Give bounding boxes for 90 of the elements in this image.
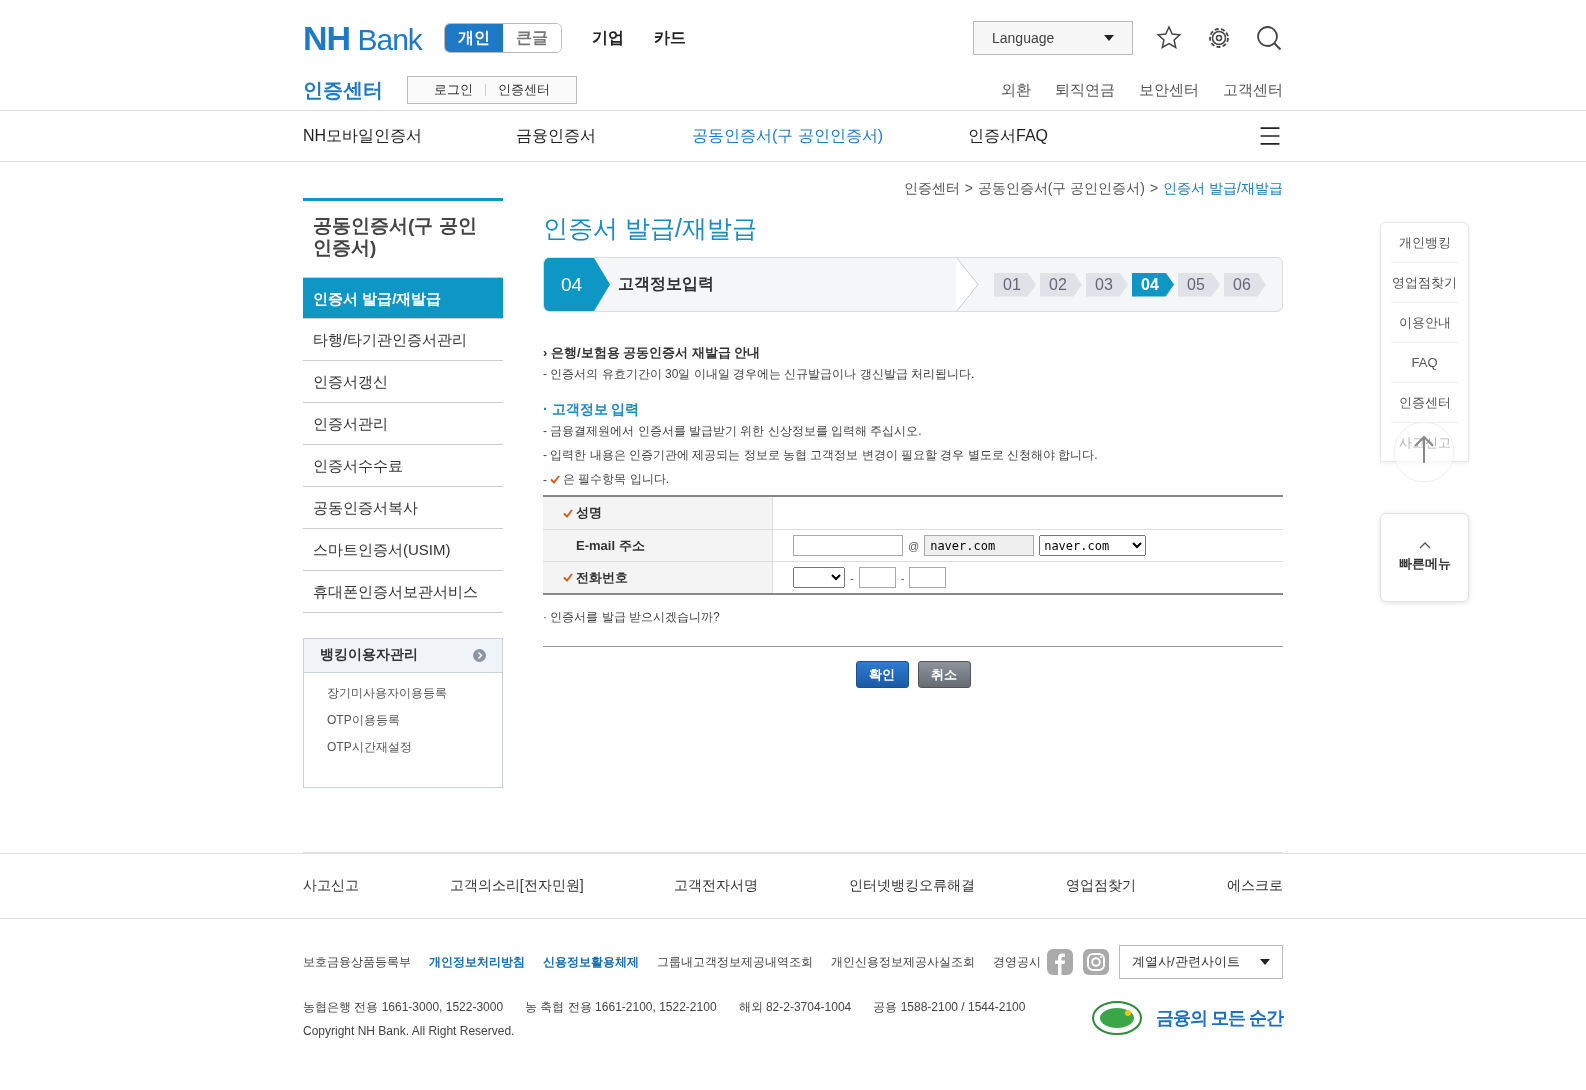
search-icon[interactable] [1255, 24, 1283, 52]
quick-menu-item[interactable]: 이용안내 [1391, 303, 1458, 343]
chevron-up-icon [1418, 542, 1431, 549]
family-site-select[interactable]: 계열사/관련사이트 [1119, 945, 1283, 979]
instagram-icon[interactable] [1083, 949, 1109, 975]
utility-link[interactable]: 외환 [1001, 80, 1031, 100]
check-icon [550, 475, 560, 484]
top-link[interactable]: 카드 [653, 27, 686, 49]
step-tag: 06 [1224, 272, 1266, 297]
footer-link[interactable]: 고객의소리[전자민원] [449, 877, 584, 895]
panel-link[interactable]: OTP시간재설정 [304, 738, 502, 756]
field-label: 성명 [576, 504, 602, 522]
policy-link[interactable]: 신용정보활용체제 [543, 953, 639, 971]
footer-link[interactable]: 사고신고 [303, 877, 359, 895]
footer-link[interactable]: 영업점찾기 [1066, 877, 1137, 895]
notice-title: › 은행/보험용 공동인증서 재발급 안내 [543, 344, 762, 362]
utility-link[interactable]: 고객센터 [1223, 80, 1283, 100]
quick-menu-item[interactable]: FAQ [1391, 343, 1458, 383]
star-icon[interactable] [1155, 24, 1183, 52]
dash-text: - [900, 571, 905, 584]
sub-menu-link[interactable]: 로그인 [422, 84, 485, 96]
nav-link[interactable]: 인증서FAQ [968, 125, 1248, 147]
footer-link[interactable]: 고객전자서명 [674, 877, 759, 895]
step-tag: 01 [994, 272, 1036, 297]
sub-menu-link[interactable]: 인증센터 [485, 84, 562, 96]
notice-text: - 인증서의 유효기간이 30일 이내일 경우에는 신규발급이나 갱신발급 처리됩니다. [543, 366, 976, 383]
domain-select[interactable]: naver.com [1039, 535, 1147, 556]
current-step-number: 04 [544, 258, 610, 311]
section-title: 인증센터 [303, 77, 383, 103]
step-tag: 03 [1086, 272, 1128, 297]
current-step-label: 고객정보입력 [618, 274, 715, 294]
policy-link[interactable]: 그룹내고객정보제공내역조회 [657, 953, 813, 971]
step-tag: 02 [1040, 272, 1082, 297]
section-heading: · 고객정보 입력 [543, 401, 641, 419]
guide-text: - 입력한 내용은 인증기관에 제공되는 정보로 농협 고객정보 변경이 필요할 경우 별도로 신청해야 합니다. [543, 447, 1099, 464]
email-domain-field[interactable]: naver.com [924, 535, 1035, 556]
utility-link[interactable]: 보안센터 [1139, 80, 1199, 100]
email-id-field[interactable] [793, 535, 903, 556]
policy-link[interactable]: 개인신용정보제공사실조회 [831, 953, 975, 971]
contact-number: 공용 1588-2100 / 1544-2100 [873, 999, 1026, 1016]
field-label: 전화번호 [576, 568, 628, 587]
confirm-question: · 인증서를 발급 받으시겠습니까? [543, 595, 1283, 647]
breadcrumb-link[interactable]: 공동인증서(구 공인인증서) [977, 180, 1146, 198]
mode-tab[interactable]: 개인 [444, 24, 503, 52]
caret-icon [1260, 959, 1270, 965]
nav-link[interactable]: 금융인증서 [516, 125, 692, 147]
area-code-select[interactable] [793, 567, 845, 588]
field-label: E-mail 주소 [576, 536, 645, 555]
policy-link[interactable]: 보호금융상품등록부 [303, 953, 411, 971]
footer-link[interactable]: 인터넷뱅킹오류해결 [849, 877, 976, 895]
quick-menu-item[interactable]: 개인뱅킹 [1391, 223, 1458, 263]
panel-link[interactable]: 장기미사용자이용등록 [304, 684, 502, 702]
caret-icon [1104, 35, 1114, 41]
breadcrumb-separator: > [1150, 180, 1159, 198]
nav-link[interactable]: NH모바일인증서 [303, 125, 516, 147]
policy-link[interactable]: 경영공시 [993, 953, 1041, 971]
facebook-icon[interactable] [1047, 949, 1073, 975]
language-select[interactable]: Language [973, 21, 1133, 55]
guide-text: - 금융결제원에서 인증서를 발급받기 위한 신상정보를 입력해 주십시오. [543, 423, 923, 440]
footer-link[interactable]: 에스크로 [1227, 877, 1283, 895]
dash-text: - [543, 472, 547, 487]
page-title: 인증서 발급/재발급 [543, 213, 758, 244]
phone-field[interactable] [909, 567, 947, 588]
at-sign: @ [908, 539, 920, 552]
dash-text: - [850, 571, 854, 584]
slogan-logo: 금융의 모든 순간 [1156, 1007, 1283, 1030]
contact-number: 해외 82-2-3704-1004 [738, 999, 852, 1016]
utility-link[interactable]: 퇴직연금 [1055, 80, 1115, 100]
step-tag: 05 [1178, 272, 1220, 297]
copyright: Copyright NH Bank. All Right Reserved. [303, 1024, 516, 1038]
panel-title: 뱅킹이용자관리 [320, 646, 418, 665]
breadcrumb-link[interactable]: 인증센터 [903, 180, 960, 198]
breadcrumb-link[interactable]: 인증서 발급/재발급 [1163, 180, 1283, 198]
quick-menu-item[interactable]: 영업점찾기 [1391, 263, 1458, 303]
step-tag: 04 [1132, 272, 1174, 297]
nav-link[interactable]: 공동인증서(구 공인인증서) [692, 125, 968, 147]
accessibility-mark-icon [1092, 1001, 1142, 1035]
contact-number: 농 축협 전용 1661-2100, 1522-2100 [525, 999, 717, 1016]
breadcrumb-separator: > [964, 180, 973, 198]
policy-link[interactable]: 개인정보처리방침 [429, 953, 525, 971]
required-note: 은 필수항목 입니다. [563, 471, 669, 488]
top-link[interactable]: 기업 [591, 27, 624, 49]
phone-field[interactable] [858, 567, 896, 588]
cancel-button[interactable]: 취소 [917, 661, 971, 688]
quick-menu-item[interactable]: 인증센터 [1391, 383, 1458, 423]
bank-logo[interactable]: NH Bank [303, 18, 422, 58]
contact-number: 농협은행 전용 1661-3000, 1522-3000 [303, 999, 504, 1016]
confirm-button[interactable]: 확인 [855, 661, 909, 688]
panel-link[interactable]: OTP이용등록 [304, 711, 502, 729]
quick-menu-button[interactable]: 빠른메뉴 [1380, 513, 1469, 602]
